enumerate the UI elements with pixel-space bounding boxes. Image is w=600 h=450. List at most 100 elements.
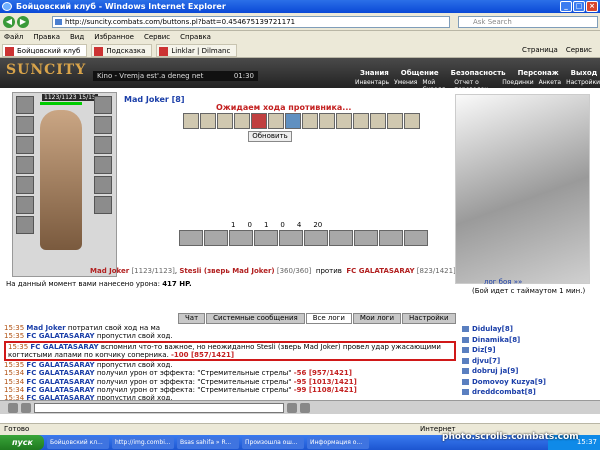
potion-icon[interactable] <box>217 113 233 129</box>
top-nav-item[interactable]: Персонаж <box>518 69 559 77</box>
mask-icon[interactable] <box>234 113 250 129</box>
taskbar-item[interactable]: Бойцовский кл... <box>47 436 109 449</box>
tab-linklar[interactable]: Linklar | Dilmanc <box>156 44 238 57</box>
settings-icon[interactable] <box>300 402 310 413</box>
close-button[interactable]: × <box>586 1 598 12</box>
player-name[interactable]: Mad Joker [8] <box>124 95 184 104</box>
taskbar-item[interactable]: Bsas sahifa » R... <box>177 436 239 449</box>
chat-name[interactable]: FC GALATASARAY <box>26 378 94 386</box>
menu-item[interactable]: Файл <box>4 31 23 44</box>
gloves-slot[interactable] <box>16 196 34 214</box>
taskbar-item[interactable]: Произошла ош... <box>242 436 304 449</box>
bracer-slot[interactable] <box>94 116 112 134</box>
pet-link[interactable]: Stesli (зверь Mad Joker) <box>179 267 274 275</box>
sub-nav-item[interactable]: Настройки <box>566 79 600 93</box>
scroll2-icon[interactable] <box>319 113 335 129</box>
fight-log-link[interactable]: лог боя »» <box>484 278 522 286</box>
page-menu[interactable]: Страница <box>522 44 558 57</box>
skill-slot[interactable] <box>329 230 353 246</box>
tab-hint[interactable]: Подсказка <box>91 44 153 57</box>
service-menu[interactable]: Сервис <box>566 44 592 57</box>
enemy-link[interactable]: FC GALATASARAY <box>346 267 414 275</box>
skill-slot[interactable] <box>279 230 303 246</box>
amulet-slot[interactable] <box>16 116 34 134</box>
boots-slot[interactable] <box>94 176 112 194</box>
frost-icon[interactable] <box>285 113 301 129</box>
menu-item[interactable]: Сервис <box>144 31 170 44</box>
skill-slot[interactable] <box>404 230 428 246</box>
user-list-item[interactable]: dobruj ja[9] <box>462 366 587 377</box>
chat-name[interactable]: FC GALATASARAY <box>30 343 98 351</box>
chat-name[interactable]: Mad Joker <box>26 324 65 332</box>
skill-slot[interactable] <box>304 230 328 246</box>
chat-tab[interactable]: Настройки <box>402 313 456 324</box>
ring-slot[interactable] <box>16 216 34 234</box>
sub-nav-item[interactable]: Мой Скролл <box>422 79 449 93</box>
sub-nav-item[interactable]: Инвентарь <box>355 79 389 93</box>
top-nav-item[interactable]: Выход <box>571 69 598 77</box>
user-list-item[interactable]: Domovoy Kuzya[9] <box>462 377 587 388</box>
legs-slot[interactable] <box>94 156 112 174</box>
scroll-icon[interactable] <box>183 113 199 129</box>
user-list-item[interactable]: Diz[9] <box>462 345 587 356</box>
chat-name[interactable]: FC GALATASARAY <box>26 332 94 340</box>
user-list-item[interactable]: Dinamika[8] <box>462 335 587 346</box>
bow-slot[interactable] <box>94 196 112 214</box>
radio-player[interactable]: Kino - Vremja est'.a deneg net 01:30 <box>93 71 258 81</box>
me-link[interactable]: Mad Joker <box>90 267 129 275</box>
top-nav-item[interactable]: Знания <box>360 69 389 77</box>
taskbar-item[interactable]: http://img.combi... <box>112 436 174 449</box>
chat-tab[interactable]: Системные сообщения <box>206 313 305 324</box>
skill-slot[interactable] <box>354 230 378 246</box>
belt-slot[interactable] <box>16 176 34 194</box>
back-icon[interactable]: ◀ <box>3 16 15 28</box>
menu-item[interactable]: Справка <box>180 31 211 44</box>
top-nav-item[interactable]: Безопасность <box>451 69 506 77</box>
top-nav-item[interactable]: Общение <box>401 69 439 77</box>
user-list-item[interactable]: Didulay[8] <box>462 324 587 335</box>
pet-icon[interactable] <box>302 113 318 129</box>
chat-tab[interactable]: Все логи <box>305 313 352 324</box>
chat-name[interactable]: FC GALATASARAY <box>26 386 94 394</box>
skill-slot[interactable] <box>379 230 403 246</box>
start-button[interactable]: пуск <box>0 435 44 450</box>
user-list-item[interactable]: djvu[7] <box>462 356 587 367</box>
sword-icon[interactable] <box>268 113 284 129</box>
send-icon[interactable] <box>287 402 297 413</box>
taskbar-item[interactable]: Информация о... <box>307 436 369 449</box>
tab-fightclub[interactable]: Бойцовский клуб <box>2 44 88 57</box>
smile-icon[interactable] <box>8 402 18 413</box>
skill-slot[interactable] <box>179 230 203 246</box>
armor-slot[interactable] <box>16 156 34 174</box>
earring-slot[interactable] <box>94 96 112 114</box>
user-list-item[interactable]: dreddcombat[8] <box>462 387 587 398</box>
shield-slot[interactable] <box>94 136 112 154</box>
skill-slot[interactable] <box>254 230 278 246</box>
minimize-button[interactable]: _ <box>560 1 572 12</box>
forward-icon[interactable]: ▶ <box>17 16 29 28</box>
chat-name[interactable]: FC GALATASARAY <box>26 369 94 377</box>
chat-tab[interactable]: Мои логи <box>352 313 401 324</box>
chat-tab[interactable]: Чат <box>178 313 206 324</box>
menu-item[interactable]: Избранное <box>94 31 134 44</box>
address-input[interactable]: http://suncity.combats.com/buttons.pl?ba… <box>52 16 450 28</box>
scroll7-icon[interactable] <box>404 113 420 129</box>
scroll5-icon[interactable] <box>370 113 386 129</box>
clear-icon[interactable] <box>21 402 31 413</box>
fist-icon[interactable] <box>200 113 216 129</box>
sub-nav-item[interactable]: Умения <box>394 79 417 93</box>
heal-icon[interactable] <box>251 113 267 129</box>
menu-item[interactable]: Вид <box>70 31 84 44</box>
sub-nav-item[interactable]: Отчет о переводах <box>454 79 497 93</box>
menu-item[interactable]: Правка <box>33 31 60 44</box>
chat-input[interactable] <box>34 402 284 413</box>
helmet-slot[interactable] <box>16 96 34 114</box>
sub-nav-item[interactable]: Поединки <box>502 79 533 93</box>
refresh-button[interactable]: Обновить <box>248 131 292 142</box>
sub-nav-item[interactable]: Анкета <box>539 79 562 93</box>
search-input[interactable]: Ask Search <box>458 16 598 28</box>
skill-slot[interactable] <box>229 230 253 246</box>
weapon-slot[interactable] <box>16 136 34 154</box>
maximize-button[interactable]: □ <box>573 1 585 12</box>
chat-name[interactable]: FC GALATASARAY <box>26 361 94 369</box>
